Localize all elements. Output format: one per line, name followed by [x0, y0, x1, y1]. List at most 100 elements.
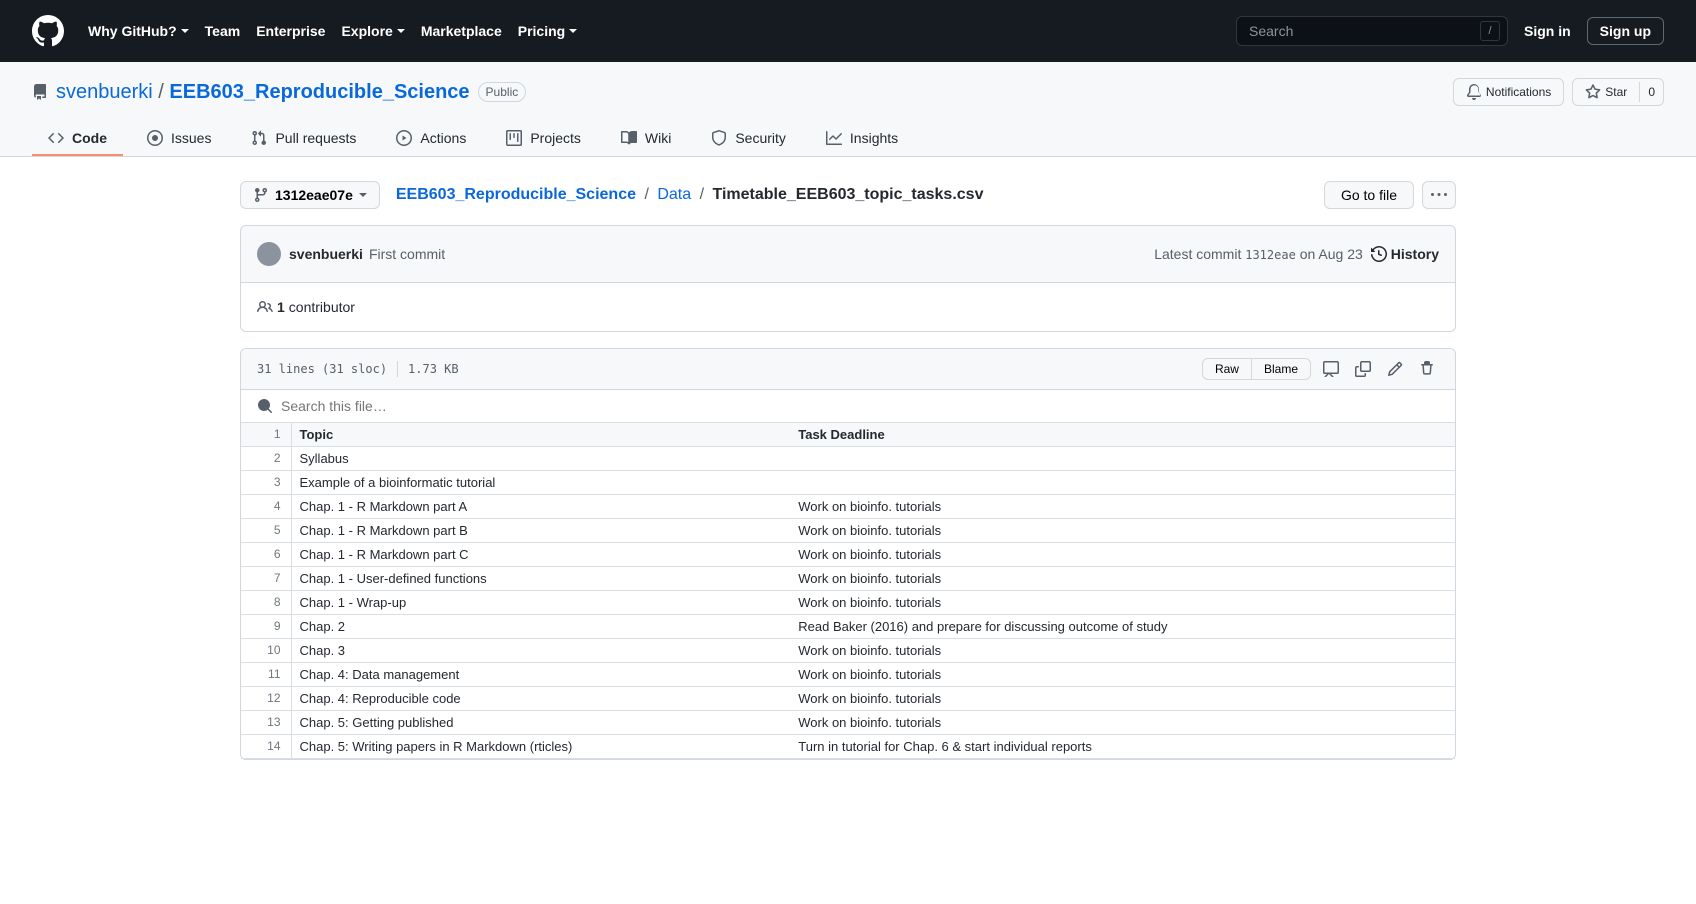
- header-nav: Why GitHub? Team Enterprise Explore Mark…: [88, 23, 577, 39]
- chevron-down-icon: [397, 29, 405, 33]
- file-header-actions: Raw Blame: [1202, 357, 1439, 381]
- kebab-icon: [1431, 187, 1447, 203]
- repo-link[interactable]: EEB603_Reproducible_Science: [169, 81, 469, 103]
- table-row: 2Syllabus: [241, 447, 1455, 471]
- goto-file-button[interactable]: Go to file: [1324, 181, 1414, 209]
- repo-path: svenbuerki / EEB603_Reproducible_Science: [56, 81, 470, 104]
- table-row: 14Chap. 5: Writing papers in R Markdown …: [241, 735, 1455, 759]
- csv-cell: [790, 447, 1455, 471]
- csv-cell: Chap. 5: Getting published: [291, 711, 790, 735]
- desktop-icon: [1323, 361, 1339, 377]
- table-row: 8Chap. 1 - Wrap-upWork on bioinfo. tutor…: [241, 591, 1455, 615]
- tab-projects[interactable]: Projects: [490, 122, 597, 156]
- bell-icon: [1466, 84, 1482, 100]
- raw-button[interactable]: Raw: [1202, 358, 1252, 380]
- tab-actions[interactable]: Actions: [380, 122, 482, 156]
- breadcrumb-root[interactable]: EEB603_Reproducible_Science: [396, 186, 636, 203]
- table-row: 13Chap. 5: Getting publishedWork on bioi…: [241, 711, 1455, 735]
- history-link[interactable]: History: [1371, 246, 1439, 262]
- pencil-icon: [1387, 361, 1403, 377]
- tab-pull-requests[interactable]: Pull requests: [235, 122, 372, 156]
- table-row: 6Chap. 1 - R Markdown part CWork on bioi…: [241, 543, 1455, 567]
- search-box: /: [1236, 16, 1508, 46]
- csv-cell: Work on bioinfo. tutorials: [790, 663, 1455, 687]
- table-row: 11Chap. 4: Data managementWork on bioinf…: [241, 663, 1455, 687]
- tab-code[interactable]: Code: [32, 122, 123, 156]
- tab-issues[interactable]: Issues: [131, 122, 227, 156]
- header-left: Why GitHub? Team Enterprise Explore Mark…: [32, 15, 577, 47]
- csv-cell: Work on bioinfo. tutorials: [790, 591, 1455, 615]
- tab-security[interactable]: Security: [695, 122, 802, 156]
- github-logo-icon[interactable]: [32, 15, 64, 47]
- csv-cell: Turn in tutorial for Chap. 6 & start ind…: [790, 735, 1455, 759]
- branch-icon: [253, 187, 269, 203]
- graph-icon: [826, 130, 842, 146]
- file-box: 31 lines (31 sloc) 1.73 KB Raw Blame 1To…: [240, 348, 1456, 760]
- nav-marketplace[interactable]: Marketplace: [421, 23, 502, 39]
- delete-button[interactable]: [1415, 357, 1439, 381]
- desktop-button[interactable]: [1319, 357, 1343, 381]
- copy-button[interactable]: [1351, 357, 1375, 381]
- line-number: 3: [241, 471, 291, 495]
- line-number: 7: [241, 567, 291, 591]
- csv-cell: Chap. 1 - Wrap-up: [291, 591, 790, 615]
- nav-explore[interactable]: Explore: [341, 23, 404, 39]
- file-nav-actions: Go to file: [1324, 181, 1456, 209]
- table-row: 4Chap. 1 - R Markdown part AWork on bioi…: [241, 495, 1455, 519]
- pr-icon: [251, 130, 267, 146]
- notifications-button[interactable]: Notifications: [1453, 78, 1564, 106]
- csv-table: 1TopicTask Deadline 2Syllabus3Example of…: [241, 423, 1455, 759]
- csv-cell: Syllabus: [291, 447, 790, 471]
- blame-button[interactable]: Blame: [1251, 358, 1311, 380]
- nav-team[interactable]: Team: [205, 23, 241, 39]
- people-icon: [257, 299, 273, 315]
- tab-insights[interactable]: Insights: [810, 122, 914, 156]
- line-number: 4: [241, 495, 291, 519]
- signup-button[interactable]: Sign up: [1587, 17, 1664, 45]
- csv-cell: Work on bioinfo. tutorials: [790, 543, 1455, 567]
- commit-sha[interactable]: 1312eae: [1245, 248, 1296, 262]
- line-number: 6: [241, 543, 291, 567]
- breadcrumb-folder[interactable]: Data: [657, 186, 691, 203]
- book-icon: [621, 130, 637, 146]
- line-number: 5: [241, 519, 291, 543]
- csv-cell: Work on bioinfo. tutorials: [790, 711, 1455, 735]
- file-header: 31 lines (31 sloc) 1.73 KB Raw Blame: [241, 349, 1455, 390]
- star-button[interactable]: Star 0: [1572, 78, 1664, 106]
- chevron-down-icon: [181, 29, 189, 33]
- nav-enterprise[interactable]: Enterprise: [256, 23, 325, 39]
- commit-box: svenbuerki First commit Latest commit 13…: [240, 225, 1456, 283]
- csv-cell: Chap. 3: [291, 639, 790, 663]
- signin-link[interactable]: Sign in: [1524, 23, 1571, 39]
- file-nav-row: 1312eae07e EEB603_Reproducible_Science /…: [240, 181, 1456, 209]
- content: 1312eae07e EEB603_Reproducible_Science /…: [208, 157, 1488, 784]
- file-search-input[interactable]: [281, 398, 1439, 414]
- owner-link[interactable]: svenbuerki: [56, 81, 153, 103]
- nav-why-github[interactable]: Why GitHub?: [88, 23, 189, 39]
- avatar[interactable]: [257, 242, 281, 266]
- history-icon: [1371, 246, 1387, 262]
- edit-button[interactable]: [1383, 357, 1407, 381]
- more-options-button[interactable]: [1422, 181, 1456, 209]
- tab-wiki[interactable]: Wiki: [605, 122, 687, 156]
- csv-cell: Read Baker (2016) and prepare for discus…: [790, 615, 1455, 639]
- commit-author[interactable]: svenbuerki: [289, 246, 363, 262]
- table-row: 9Chap. 2Read Baker (2016) and prepare fo…: [241, 615, 1455, 639]
- csv-cell: Chap. 2: [291, 615, 790, 639]
- chevron-down-icon: [569, 29, 577, 33]
- line-number: 14: [241, 735, 291, 759]
- line-number: 2: [241, 447, 291, 471]
- branch-select-button[interactable]: 1312eae07e: [240, 181, 380, 209]
- csv-cell: Chap. 4: Reproducible code: [291, 687, 790, 711]
- breadcrumb: EEB603_Reproducible_Science / Data / Tim…: [396, 186, 984, 204]
- commit-message[interactable]: First commit: [369, 246, 445, 262]
- project-icon: [506, 130, 522, 146]
- csv-cell: Chap. 1 - R Markdown part B: [291, 519, 790, 543]
- line-number: 11: [241, 663, 291, 687]
- star-count: 0: [1639, 82, 1663, 102]
- csv-cell: Chap. 1 - User-defined functions: [291, 567, 790, 591]
- search-input[interactable]: [1236, 16, 1508, 46]
- file-search-row: [241, 390, 1455, 423]
- nav-pricing[interactable]: Pricing: [518, 23, 577, 39]
- search-icon: [257, 398, 273, 414]
